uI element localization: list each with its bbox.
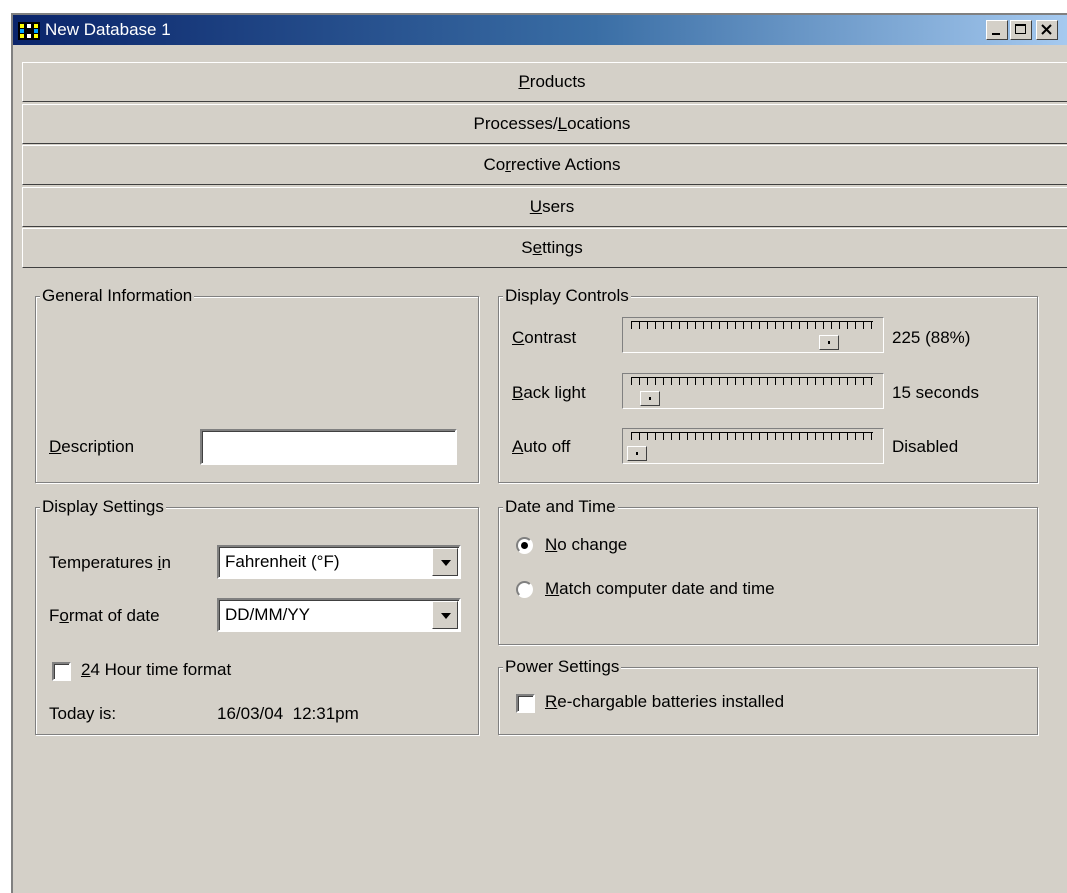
tab-users[interactable]: Users <box>22 187 1067 227</box>
hour24-label[interactable]: 24 Hour time format <box>81 660 231 680</box>
match-computer-time-radio[interactable] <box>516 581 533 598</box>
dropdown-arrow-icon[interactable] <box>432 548 458 576</box>
label-text: ack light <box>523 383 586 402</box>
date-format-value: DD/MM/YY <box>225 605 310 624</box>
tab-processes-locations[interactable]: Processes/Locations <box>22 104 1067 144</box>
app-window: New Database 1 Products Processes/Locati… <box>11 13 1067 893</box>
tab-label: Processes/ <box>473 114 558 133</box>
today-value: 16/03/04 12:31pm <box>217 704 359 723</box>
label-text: rmat of date <box>68 606 160 625</box>
close-icon <box>1041 24 1052 35</box>
tab-label-accel: U <box>529 197 543 216</box>
date-format-label: Format of date <box>49 606 160 626</box>
rechargeable-batteries-label[interactable]: Re-chargable batteries installed <box>545 692 784 712</box>
no-change-radio[interactable] <box>516 537 533 554</box>
display-controls-group: Display Controls Contrast 225 (88%) Back… <box>498 286 1038 483</box>
backlight-label: Back light <box>512 383 586 403</box>
display-settings-group: Display Settings Temperatures in Fahrenh… <box>35 497 479 735</box>
label-text: ontrast <box>524 328 577 347</box>
tab-label: S <box>521 238 533 257</box>
group-legend: General Information <box>40 286 195 306</box>
maximize-button[interactable] <box>1010 20 1032 40</box>
auto-off-value: Disabled <box>892 437 959 456</box>
no-change-label[interactable]: No change <box>545 535 627 555</box>
date-format-select[interactable]: DD/MM/YY <box>217 598 461 632</box>
label-text: 4 Hour time format <box>90 660 232 679</box>
slider-ticks <box>631 377 873 385</box>
tab-label-accel: e <box>532 238 543 257</box>
auto-off-label: Auto off <box>512 437 570 457</box>
tab-label: ttings <box>542 238 583 257</box>
backlight-slider[interactable] <box>622 373 884 409</box>
group-legend: Display Settings <box>40 497 166 517</box>
tab-label-accel: P <box>518 72 530 91</box>
tab-label: roducts <box>529 72 586 91</box>
tab-settings[interactable]: Settings <box>22 228 1067 268</box>
temperature-unit-select[interactable]: Fahrenheit (°F) <box>217 545 461 579</box>
close-button[interactable] <box>1036 20 1058 40</box>
slider-ticks <box>631 432 873 440</box>
label-text: F <box>49 606 60 625</box>
label-text: o change <box>557 535 628 554</box>
match-computer-time-label[interactable]: Match computer date and time <box>545 579 775 599</box>
description-label: Description <box>49 437 134 457</box>
minimize-icon <box>992 33 1000 35</box>
temperature-unit-value: Fahrenheit (°F) <box>225 552 340 571</box>
contrast-value: 225 (88%) <box>892 328 971 347</box>
database-app-icon <box>18 22 40 40</box>
minimize-button[interactable] <box>986 20 1008 40</box>
label-accel: M <box>545 579 560 598</box>
label-accel: A <box>512 437 524 456</box>
date-time-group: Date and Time No change Match computer d… <box>498 497 1038 645</box>
temperatures-label: Temperatures in <box>49 553 171 573</box>
tab-products[interactable]: Products <box>22 62 1067 102</box>
label-text: Temperatures <box>49 553 158 572</box>
label-accel: C <box>512 328 525 347</box>
description-input[interactable] <box>200 429 457 465</box>
group-legend: Date and Time <box>503 497 618 517</box>
label-accel: B <box>512 383 524 402</box>
window-title: New Database 1 <box>45 20 171 39</box>
dropdown-arrow-icon[interactable] <box>432 601 458 629</box>
label-accel: N <box>545 535 558 554</box>
tab-label: ocations <box>567 114 631 133</box>
contrast-label: Contrast <box>512 328 576 348</box>
auto-off-slider[interactable] <box>622 428 884 464</box>
tab-label: Co <box>483 155 506 174</box>
group-legend: Power Settings <box>503 657 622 677</box>
today-label: Today is: <box>49 704 117 723</box>
label-text: escription <box>61 437 135 456</box>
tab-corrective-actions[interactable]: Corrective Actions <box>22 145 1067 185</box>
label-accel: o <box>59 606 69 625</box>
slider-thumb[interactable] <box>627 446 647 461</box>
slider-thumb[interactable] <box>640 391 661 406</box>
hour24-checkbox[interactable] <box>52 662 71 681</box>
label-text: atch computer date and time <box>559 579 775 598</box>
label-accel: D <box>49 437 62 456</box>
title-bar[interactable]: New Database 1 <box>13 15 1067 45</box>
tab-label-accel: L <box>557 114 568 133</box>
label-text: e-chargable batteries installed <box>557 692 785 711</box>
label-text: uto off <box>523 437 571 456</box>
contrast-slider[interactable] <box>622 317 884 353</box>
tab-label: sers <box>542 197 575 216</box>
group-legend: Display Controls <box>503 286 631 306</box>
maximize-icon <box>1015 24 1026 34</box>
slider-thumb[interactable] <box>818 335 839 350</box>
tab-label: rective Actions <box>510 155 621 174</box>
general-information-group: General Information Description <box>35 286 479 483</box>
backlight-value: 15 seconds <box>892 383 979 402</box>
label-text: n <box>161 553 171 572</box>
power-settings-group: Power Settings Re-chargable batteries in… <box>498 657 1038 735</box>
rechargeable-batteries-checkbox[interactable] <box>516 694 535 713</box>
label-accel: R <box>545 692 558 711</box>
slider-ticks <box>631 321 873 329</box>
